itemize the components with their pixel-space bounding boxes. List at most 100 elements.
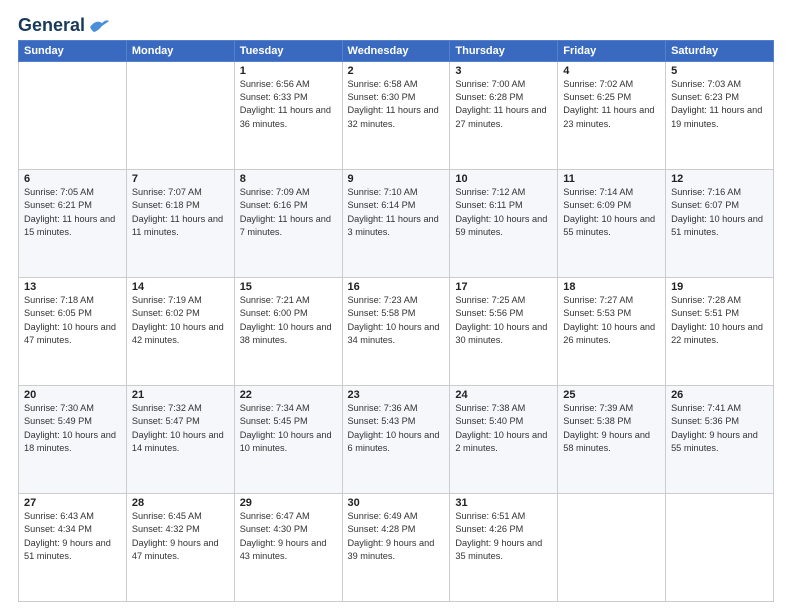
col-wednesday: Wednesday	[342, 40, 450, 61]
col-thursday: Thursday	[450, 40, 558, 61]
day-info: Sunrise: 7:09 AM Sunset: 6:16 PM Dayligh…	[240, 186, 337, 239]
day-info: Sunrise: 7:36 AM Sunset: 5:43 PM Dayligh…	[348, 402, 445, 455]
day-info: Sunrise: 6:51 AM Sunset: 4:26 PM Dayligh…	[455, 510, 552, 563]
table-row: 18Sunrise: 7:27 AM Sunset: 5:53 PM Dayli…	[558, 277, 666, 385]
table-row: 8Sunrise: 7:09 AM Sunset: 6:16 PM Daylig…	[234, 169, 342, 277]
day-number: 23	[348, 389, 445, 401]
day-number: 24	[455, 389, 552, 401]
table-row: 4Sunrise: 7:02 AM Sunset: 6:25 PM Daylig…	[558, 61, 666, 169]
logo-general: General	[18, 16, 85, 36]
calendar-week-row: 27Sunrise: 6:43 AM Sunset: 4:34 PM Dayli…	[19, 493, 774, 601]
table-row: 25Sunrise: 7:39 AM Sunset: 5:38 PM Dayli…	[558, 385, 666, 493]
col-tuesday: Tuesday	[234, 40, 342, 61]
table-row: 13Sunrise: 7:18 AM Sunset: 6:05 PM Dayli…	[19, 277, 127, 385]
day-number: 12	[671, 173, 768, 185]
table-row: 22Sunrise: 7:34 AM Sunset: 5:45 PM Dayli…	[234, 385, 342, 493]
table-row: 23Sunrise: 7:36 AM Sunset: 5:43 PM Dayli…	[342, 385, 450, 493]
day-info: Sunrise: 7:30 AM Sunset: 5:49 PM Dayligh…	[24, 402, 121, 455]
day-number: 27	[24, 497, 121, 509]
table-row: 2Sunrise: 6:58 AM Sunset: 6:30 PM Daylig…	[342, 61, 450, 169]
day-number: 25	[563, 389, 660, 401]
day-number: 31	[455, 497, 552, 509]
day-number: 1	[240, 65, 337, 77]
table-row: 5Sunrise: 7:03 AM Sunset: 6:23 PM Daylig…	[666, 61, 774, 169]
table-row: 12Sunrise: 7:16 AM Sunset: 6:07 PM Dayli…	[666, 169, 774, 277]
table-row	[558, 493, 666, 601]
day-number: 6	[24, 173, 121, 185]
table-row: 28Sunrise: 6:45 AM Sunset: 4:32 PM Dayli…	[126, 493, 234, 601]
table-row: 14Sunrise: 7:19 AM Sunset: 6:02 PM Dayli…	[126, 277, 234, 385]
day-number: 14	[132, 281, 229, 293]
day-number: 8	[240, 173, 337, 185]
day-info: Sunrise: 7:03 AM Sunset: 6:23 PM Dayligh…	[671, 78, 768, 131]
logo: General	[18, 16, 110, 32]
day-info: Sunrise: 7:41 AM Sunset: 5:36 PM Dayligh…	[671, 402, 768, 455]
col-saturday: Saturday	[666, 40, 774, 61]
day-info: Sunrise: 7:12 AM Sunset: 6:11 PM Dayligh…	[455, 186, 552, 239]
day-info: Sunrise: 7:14 AM Sunset: 6:09 PM Dayligh…	[563, 186, 660, 239]
calendar-header-row: Sunday Monday Tuesday Wednesday Thursday…	[19, 40, 774, 61]
day-number: 30	[348, 497, 445, 509]
day-info: Sunrise: 7:28 AM Sunset: 5:51 PM Dayligh…	[671, 294, 768, 347]
day-info: Sunrise: 7:27 AM Sunset: 5:53 PM Dayligh…	[563, 294, 660, 347]
day-number: 22	[240, 389, 337, 401]
calendar-week-row: 1Sunrise: 6:56 AM Sunset: 6:33 PM Daylig…	[19, 61, 774, 169]
col-sunday: Sunday	[19, 40, 127, 61]
table-row: 26Sunrise: 7:41 AM Sunset: 5:36 PM Dayli…	[666, 385, 774, 493]
day-info: Sunrise: 7:38 AM Sunset: 5:40 PM Dayligh…	[455, 402, 552, 455]
day-info: Sunrise: 7:02 AM Sunset: 6:25 PM Dayligh…	[563, 78, 660, 131]
table-row: 16Sunrise: 7:23 AM Sunset: 5:58 PM Dayli…	[342, 277, 450, 385]
day-info: Sunrise: 6:49 AM Sunset: 4:28 PM Dayligh…	[348, 510, 445, 563]
day-number: 16	[348, 281, 445, 293]
day-info: Sunrise: 7:16 AM Sunset: 6:07 PM Dayligh…	[671, 186, 768, 239]
day-number: 2	[348, 65, 445, 77]
day-number: 17	[455, 281, 552, 293]
day-info: Sunrise: 7:10 AM Sunset: 6:14 PM Dayligh…	[348, 186, 445, 239]
day-number: 10	[455, 173, 552, 185]
day-number: 29	[240, 497, 337, 509]
day-info: Sunrise: 7:21 AM Sunset: 6:00 PM Dayligh…	[240, 294, 337, 347]
day-info: Sunrise: 7:19 AM Sunset: 6:02 PM Dayligh…	[132, 294, 229, 347]
day-number: 28	[132, 497, 229, 509]
day-info: Sunrise: 6:56 AM Sunset: 6:33 PM Dayligh…	[240, 78, 337, 131]
page: General Sunday Monday Tuesday Wednesday …	[0, 0, 792, 612]
table-row: 9Sunrise: 7:10 AM Sunset: 6:14 PM Daylig…	[342, 169, 450, 277]
table-row: 30Sunrise: 6:49 AM Sunset: 4:28 PM Dayli…	[342, 493, 450, 601]
day-info: Sunrise: 7:39 AM Sunset: 5:38 PM Dayligh…	[563, 402, 660, 455]
col-friday: Friday	[558, 40, 666, 61]
table-row: 19Sunrise: 7:28 AM Sunset: 5:51 PM Dayli…	[666, 277, 774, 385]
day-info: Sunrise: 6:58 AM Sunset: 6:30 PM Dayligh…	[348, 78, 445, 131]
table-row: 29Sunrise: 6:47 AM Sunset: 4:30 PM Dayli…	[234, 493, 342, 601]
calendar-table: Sunday Monday Tuesday Wednesday Thursday…	[18, 40, 774, 602]
day-info: Sunrise: 7:00 AM Sunset: 6:28 PM Dayligh…	[455, 78, 552, 131]
day-number: 3	[455, 65, 552, 77]
day-info: Sunrise: 7:32 AM Sunset: 5:47 PM Dayligh…	[132, 402, 229, 455]
calendar-week-row: 13Sunrise: 7:18 AM Sunset: 6:05 PM Dayli…	[19, 277, 774, 385]
table-row: 17Sunrise: 7:25 AM Sunset: 5:56 PM Dayli…	[450, 277, 558, 385]
day-number: 11	[563, 173, 660, 185]
day-info: Sunrise: 7:23 AM Sunset: 5:58 PM Dayligh…	[348, 294, 445, 347]
day-number: 20	[24, 389, 121, 401]
logo-bird-icon	[88, 17, 110, 35]
day-number: 13	[24, 281, 121, 293]
calendar-week-row: 20Sunrise: 7:30 AM Sunset: 5:49 PM Dayli…	[19, 385, 774, 493]
day-number: 19	[671, 281, 768, 293]
table-row: 6Sunrise: 7:05 AM Sunset: 6:21 PM Daylig…	[19, 169, 127, 277]
table-row: 10Sunrise: 7:12 AM Sunset: 6:11 PM Dayli…	[450, 169, 558, 277]
day-info: Sunrise: 7:25 AM Sunset: 5:56 PM Dayligh…	[455, 294, 552, 347]
table-row: 21Sunrise: 7:32 AM Sunset: 5:47 PM Dayli…	[126, 385, 234, 493]
table-row: 31Sunrise: 6:51 AM Sunset: 4:26 PM Dayli…	[450, 493, 558, 601]
table-row: 3Sunrise: 7:00 AM Sunset: 6:28 PM Daylig…	[450, 61, 558, 169]
day-info: Sunrise: 6:43 AM Sunset: 4:34 PM Dayligh…	[24, 510, 121, 563]
day-info: Sunrise: 7:05 AM Sunset: 6:21 PM Dayligh…	[24, 186, 121, 239]
table-row: 1Sunrise: 6:56 AM Sunset: 6:33 PM Daylig…	[234, 61, 342, 169]
table-row: 11Sunrise: 7:14 AM Sunset: 6:09 PM Dayli…	[558, 169, 666, 277]
table-row: 15Sunrise: 7:21 AM Sunset: 6:00 PM Dayli…	[234, 277, 342, 385]
table-row	[666, 493, 774, 601]
col-monday: Monday	[126, 40, 234, 61]
table-row: 7Sunrise: 7:07 AM Sunset: 6:18 PM Daylig…	[126, 169, 234, 277]
day-number: 15	[240, 281, 337, 293]
table-row	[19, 61, 127, 169]
day-number: 5	[671, 65, 768, 77]
day-info: Sunrise: 7:34 AM Sunset: 5:45 PM Dayligh…	[240, 402, 337, 455]
